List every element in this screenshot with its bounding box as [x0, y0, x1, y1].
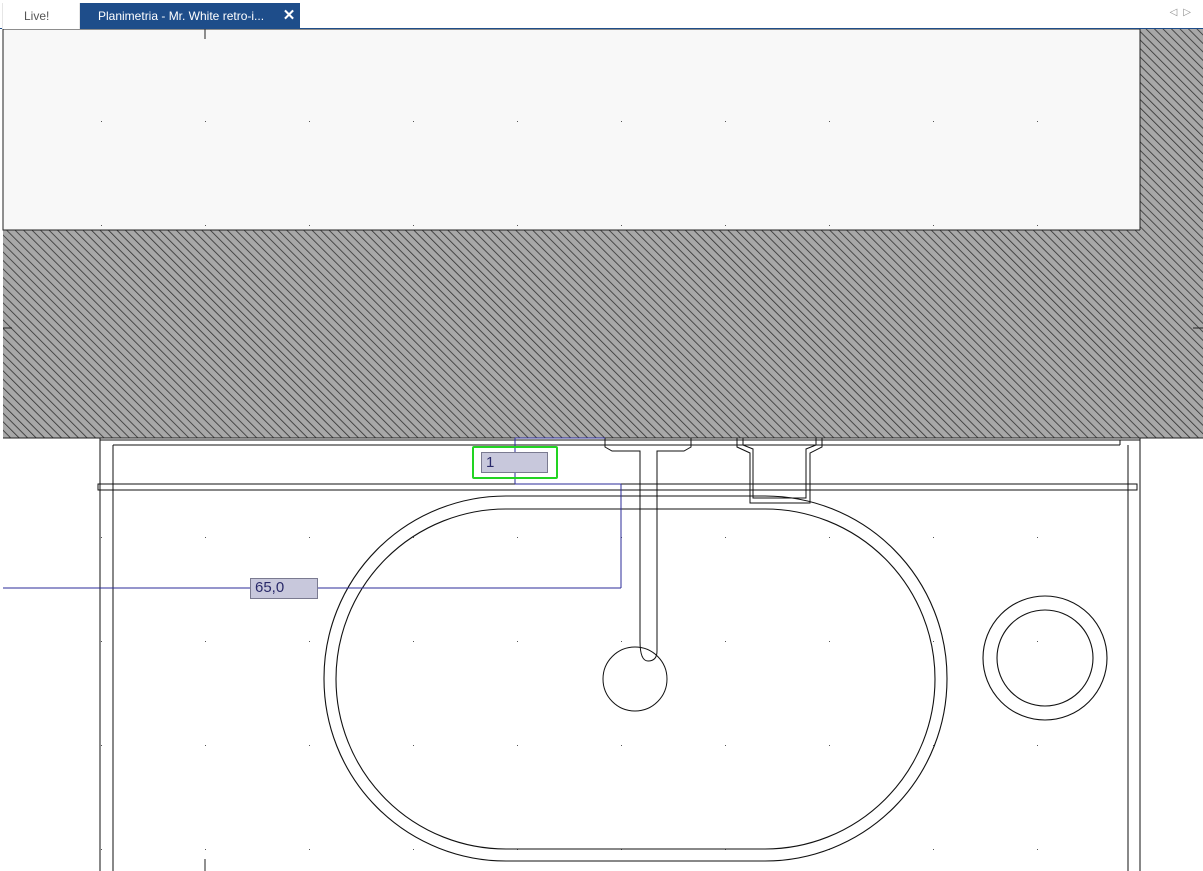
grid-dot	[725, 225, 726, 226]
document-tab-bar: Live! Planimetria - Mr. White retro-i...…	[0, 0, 1203, 29]
grid-dot	[1037, 121, 1038, 122]
offset-dimension-label[interactable]: 65,0	[250, 578, 318, 599]
grid-dot	[101, 849, 102, 850]
grid-dot	[101, 121, 102, 122]
grid-dot	[725, 537, 726, 538]
grid-dot	[517, 537, 518, 538]
grid-dot	[829, 745, 830, 746]
grid-dot	[205, 849, 206, 850]
grid-dot	[725, 121, 726, 122]
tab-planimetria[interactable]: Planimetria - Mr. White retro-i... ✕	[80, 3, 300, 29]
grid-dot	[1037, 745, 1038, 746]
grid-dot	[101, 641, 102, 642]
grid-dot	[725, 641, 726, 642]
grid-dot	[413, 641, 414, 642]
grid-dot	[309, 225, 310, 226]
grid-dot	[621, 225, 622, 226]
grid-dot	[933, 225, 934, 226]
grid-dot	[725, 745, 726, 746]
grid-dot	[205, 641, 206, 642]
grid-dot	[1037, 641, 1038, 642]
grid-dot	[621, 745, 622, 746]
grid-dot	[829, 641, 830, 642]
grid-dot	[309, 849, 310, 850]
tab-planimetria-label: Planimetria - Mr. White retro-i...	[98, 9, 265, 23]
grid-dot	[517, 121, 518, 122]
grid-dot	[309, 745, 310, 746]
upper-room-floor	[2, 29, 1141, 231]
grid-dot	[413, 225, 414, 226]
grid-dot	[101, 225, 102, 226]
grid-dot	[829, 537, 830, 538]
grid-dot	[205, 225, 206, 226]
grid-dot	[205, 537, 206, 538]
grid-dot	[621, 641, 622, 642]
scroll-left-icon[interactable]: ◁	[1170, 7, 1184, 18]
grid-dot	[309, 537, 310, 538]
grid-dot	[933, 641, 934, 642]
drawing-canvas[interactable]: 65,0	[0, 29, 1203, 871]
tab-scroll-arrows: ◁▷	[1170, 7, 1197, 18]
grid-dot	[517, 745, 518, 746]
grid-dot	[309, 641, 310, 642]
length-input[interactable]	[481, 452, 548, 473]
grid-dot	[309, 121, 310, 122]
grid-dot	[829, 121, 830, 122]
grid-dot	[1037, 849, 1038, 850]
grid-dot	[933, 537, 934, 538]
tab-live-label: Live!	[24, 9, 50, 23]
grid-dot	[413, 849, 414, 850]
grid-dot	[413, 121, 414, 122]
close-icon[interactable]: ✕	[281, 3, 297, 29]
grid-dot	[933, 121, 934, 122]
grid-dot	[933, 849, 934, 850]
grid-dot	[517, 641, 518, 642]
grid-dot	[101, 537, 102, 538]
grid-dot	[1037, 225, 1038, 226]
grid-dot	[517, 225, 518, 226]
app-window: Live! Planimetria - Mr. White retro-i...…	[0, 0, 1203, 871]
grid-dot	[1037, 537, 1038, 538]
grid-dot	[413, 745, 414, 746]
grid-dot	[205, 745, 206, 746]
tab-live[interactable]: Live!	[2, 3, 80, 29]
grid-dot	[621, 121, 622, 122]
grid-dot	[205, 121, 206, 122]
grid-dot	[101, 745, 102, 746]
floorplan-drawing[interactable]	[0, 29, 1203, 871]
grid-dot	[829, 225, 830, 226]
scroll-right-icon[interactable]: ▷	[1183, 7, 1197, 18]
